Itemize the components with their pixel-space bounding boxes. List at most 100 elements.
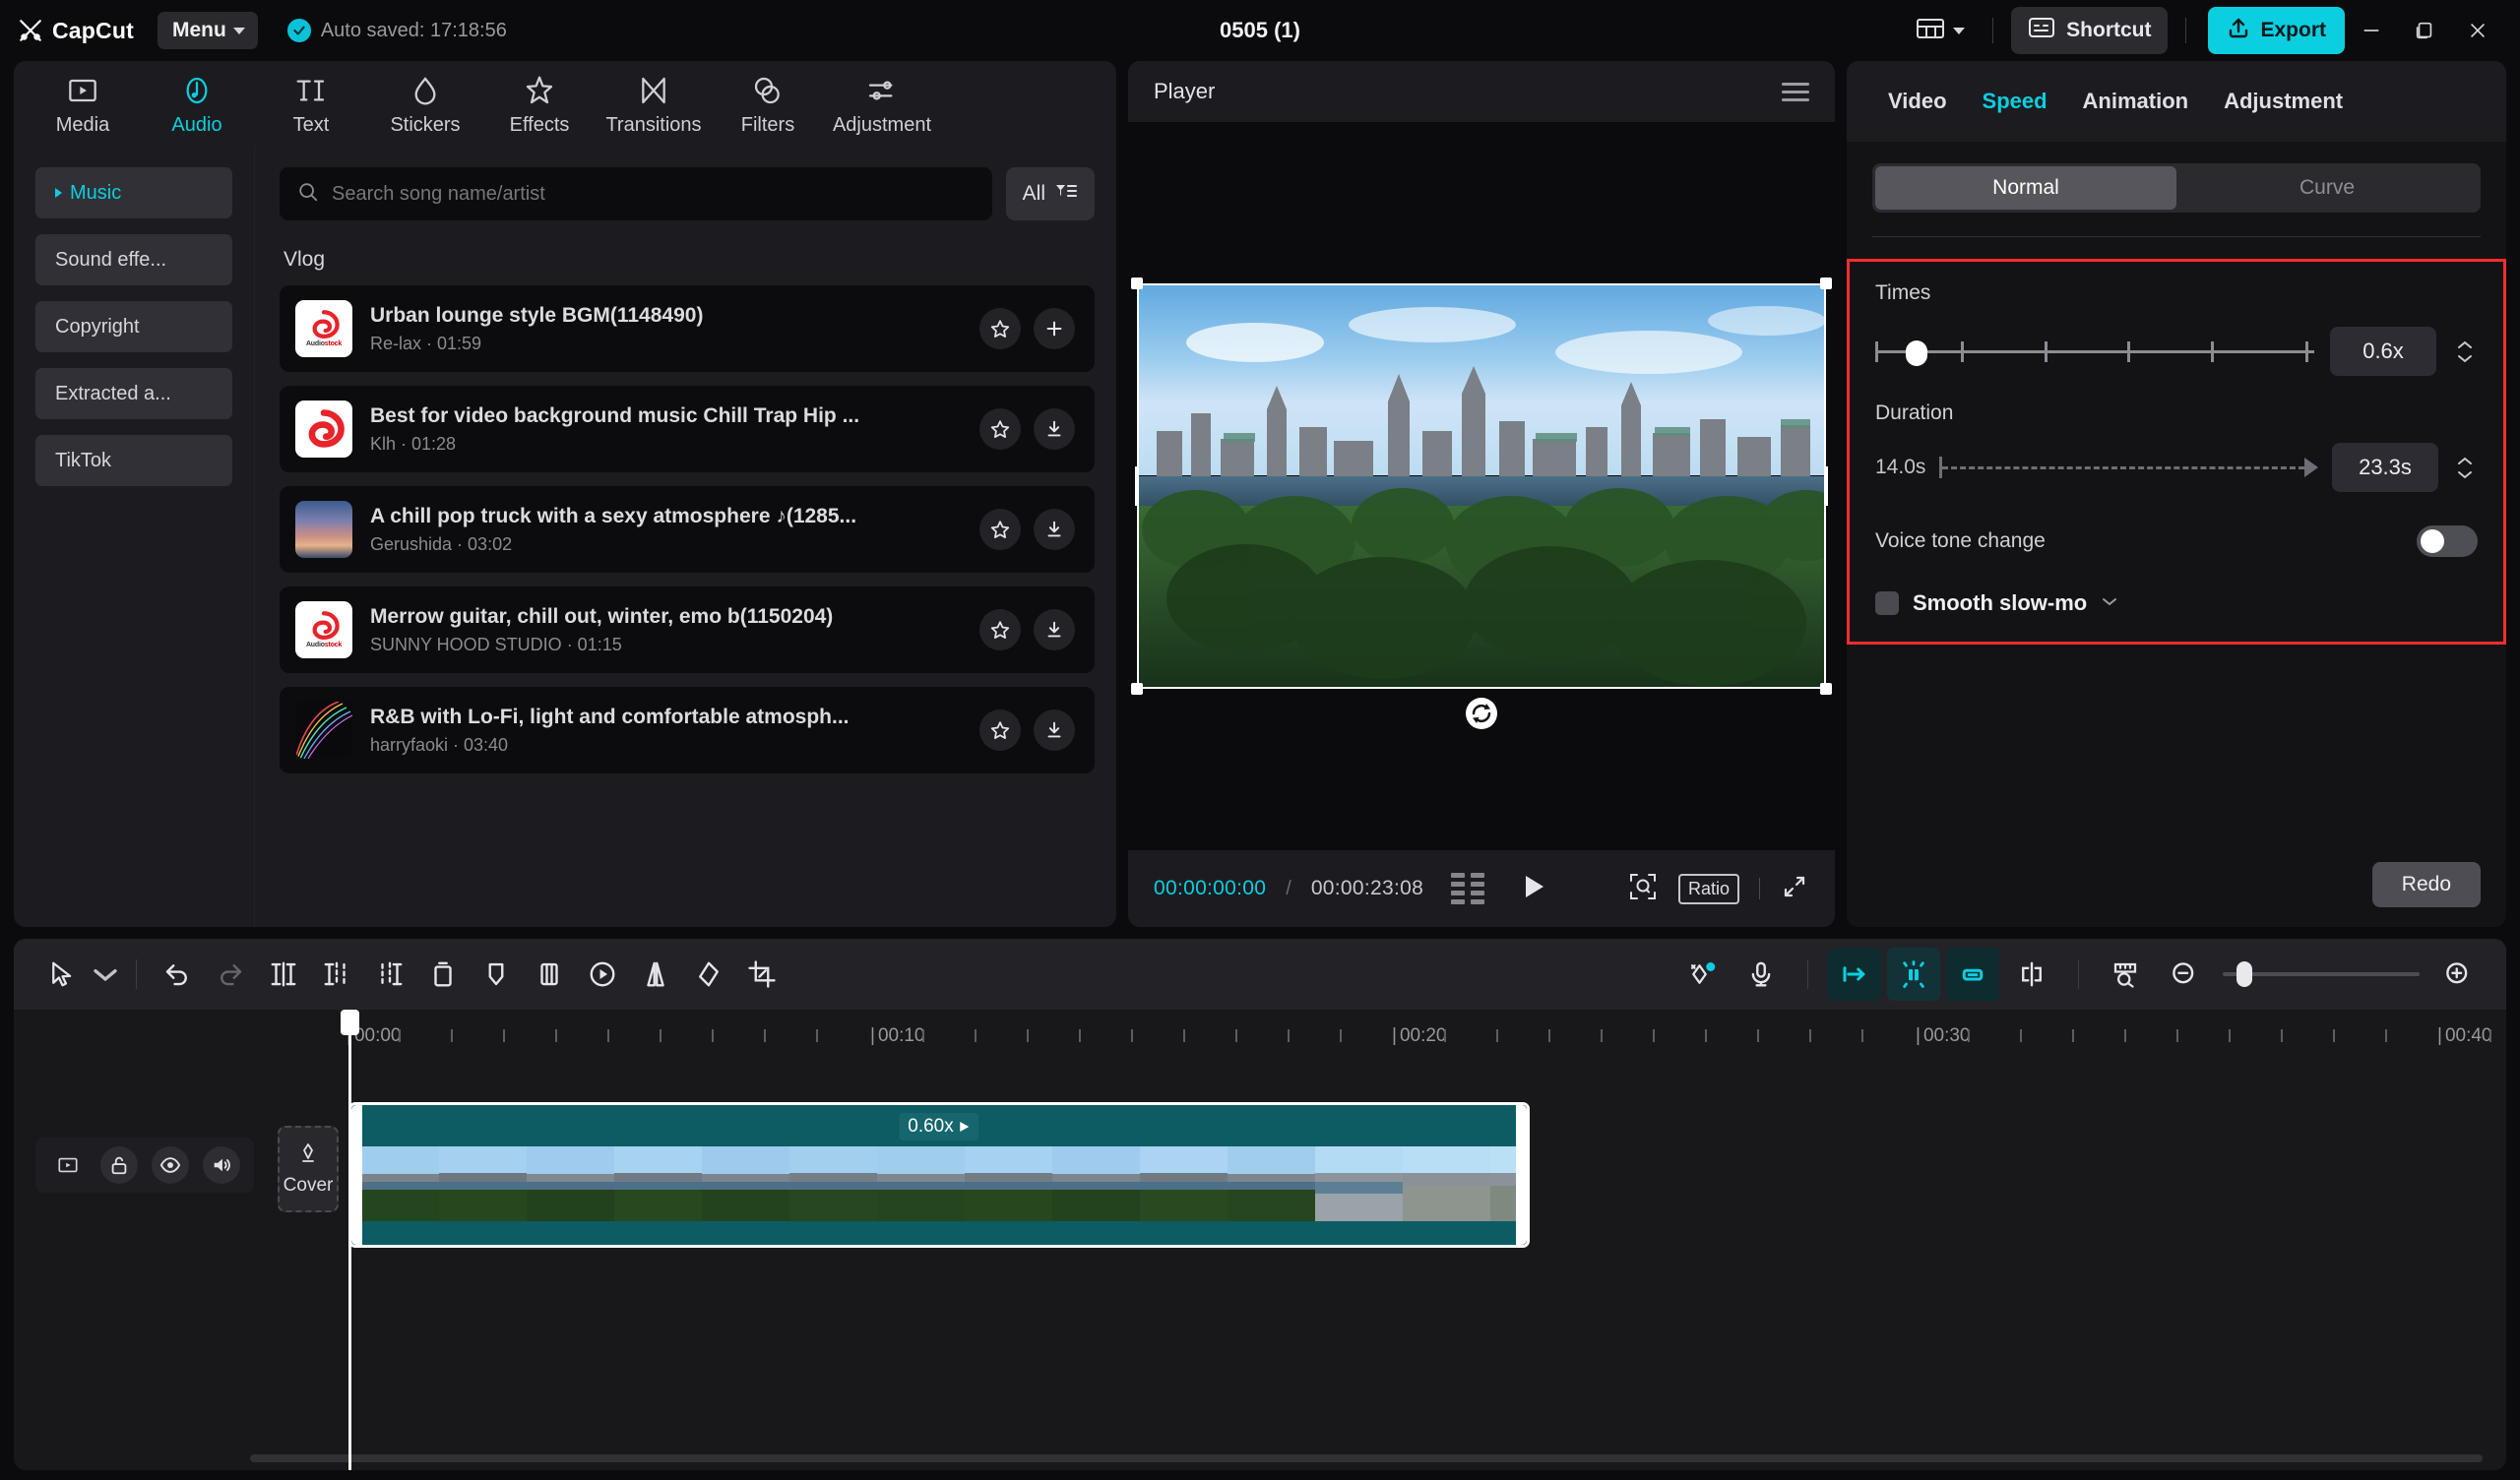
resize-handle[interactable] (1820, 278, 1832, 289)
video-clip[interactable]: 0.60x (348, 1102, 1530, 1248)
resize-edge[interactable] (1135, 466, 1139, 506)
tab-video[interactable]: Video (1870, 89, 1965, 114)
tab-speed[interactable]: Speed (1965, 89, 2065, 114)
timeline-ruler[interactable]: 00:00 00:10 00:20 00:30 00:40 (14, 1010, 2506, 1067)
fullscreen-icon[interactable] (1780, 872, 1809, 906)
category-music[interactable]: Music (35, 167, 232, 218)
zoom-knob[interactable] (2236, 961, 2252, 987)
speed-value-field[interactable]: 0.6x (2330, 327, 2436, 376)
star-icon[interactable] (979, 609, 1021, 650)
list-item[interactable]: Audiostock Urban lounge style BGM(114849… (280, 285, 1095, 372)
download-icon[interactable] (1034, 509, 1075, 550)
eye-icon[interactable] (152, 1146, 189, 1184)
list-item[interactable]: Best for video background music Chill Tr… (280, 386, 1095, 472)
category-copyright[interactable]: Copyright (35, 301, 232, 352)
duration-value-field[interactable]: 23.3s (2332, 443, 2438, 492)
snap-left-icon[interactable] (1828, 948, 1881, 1001)
category-sound-effects[interactable]: Sound effe... (35, 234, 232, 285)
clip-right-handle[interactable] (1516, 1105, 1527, 1245)
tab-media[interactable]: Media (28, 74, 138, 137)
star-icon[interactable] (979, 408, 1021, 450)
ratio-button[interactable]: Ratio (1678, 874, 1739, 904)
speaker-icon[interactable] (203, 1146, 240, 1184)
chevron-down-icon[interactable] (2101, 594, 2118, 612)
speed-mode-normal[interactable]: Normal (1875, 166, 2176, 210)
list-item[interactable]: A chill pop truck with a sexy atmosphere… (280, 486, 1095, 573)
smooth-slow-mo-checkbox[interactable] (1875, 591, 1899, 615)
voice-tone-toggle[interactable] (2417, 525, 2478, 557)
category-extracted-audio[interactable]: Extracted a... (35, 368, 232, 419)
undo-icon[interactable] (151, 948, 204, 1001)
tab-audio[interactable]: Audio (142, 74, 252, 137)
unlock-icon[interactable] (100, 1146, 138, 1184)
microphone-icon[interactable] (1734, 948, 1788, 1001)
search-box[interactable] (280, 167, 992, 220)
play-icon[interactable] (1518, 872, 1547, 906)
category-tiktok[interactable]: TikTok (35, 435, 232, 486)
smooth-slow-mo-row[interactable]: Smooth slow-mo (1875, 590, 2478, 616)
ruler-zoom-icon[interactable] (2099, 948, 2152, 1001)
duration-stepper[interactable] (2452, 456, 2478, 480)
marker-icon[interactable] (470, 948, 523, 1001)
download-icon[interactable] (1034, 709, 1075, 751)
search-input[interactable] (332, 183, 975, 206)
tab-filters[interactable]: Filters (713, 74, 823, 137)
reset-rotate-icon[interactable] (1463, 695, 1500, 732)
timeline-scrollbar[interactable] (250, 1454, 2483, 1462)
hamburger-icon[interactable] (1782, 83, 1809, 101)
list-item[interactable]: R&B with Lo-Fi, light and comfortable at… (280, 687, 1095, 773)
star-icon[interactable] (979, 709, 1021, 751)
split-icon[interactable] (257, 948, 310, 1001)
resize-edge[interactable] (1824, 466, 1828, 506)
mirror-icon[interactable] (629, 948, 682, 1001)
star-icon[interactable] (979, 308, 1021, 349)
trim-right-icon[interactable] (363, 948, 416, 1001)
export-button[interactable]: Export (2208, 7, 2345, 54)
zoom-fit-icon[interactable] (1627, 871, 1659, 907)
tab-adjustment[interactable]: Adjustment (2206, 89, 2361, 114)
video-preview[interactable] (1137, 283, 1826, 689)
tab-stickers[interactable]: Stickers (370, 74, 480, 137)
magnet-snap-icon[interactable] (1887, 948, 1940, 1001)
menu-button[interactable]: Menu (158, 12, 258, 49)
tab-adjustment[interactable]: Adjustment (827, 74, 937, 137)
tab-animation[interactable]: Animation (2065, 89, 2207, 114)
tab-text[interactable]: Text (256, 74, 366, 137)
list-item[interactable]: Audiostock Merrow guitar, chill out, win… (280, 586, 1095, 673)
download-icon[interactable] (1034, 408, 1075, 450)
shortcut-button[interactable]: Shortcut (2011, 7, 2168, 54)
slider-knob[interactable] (1906, 340, 1927, 366)
filter-all-button[interactable]: All (1006, 167, 1095, 220)
snap-right-icon[interactable] (1946, 948, 1999, 1001)
speed-stepper[interactable] (2452, 339, 2478, 364)
rotate-icon[interactable] (682, 948, 735, 1001)
plus-icon[interactable] (1034, 308, 1075, 349)
tab-effects[interactable]: Effects (484, 74, 595, 137)
cover-button[interactable]: Cover (278, 1126, 339, 1212)
speed-mode-curve[interactable]: Curve (2176, 166, 2478, 210)
layout-button[interactable] (1906, 10, 1975, 52)
resize-handle[interactable] (1131, 683, 1143, 695)
tool-dropdown-chevron-icon[interactable] (89, 948, 122, 1001)
timeline-zoom-slider[interactable] (2223, 962, 2420, 986)
star-icon[interactable] (979, 509, 1021, 550)
trim-left-icon[interactable] (310, 948, 363, 1001)
keyframe-icon[interactable] (1675, 948, 1729, 1001)
clip-left-handle[interactable] (351, 1105, 362, 1245)
crop-icon[interactable] (735, 948, 788, 1001)
resize-handle[interactable] (1131, 278, 1143, 289)
zoom-in-icon[interactable] (2431, 948, 2485, 1001)
resize-handle[interactable] (1820, 683, 1832, 695)
zoom-out-icon[interactable] (2158, 948, 2211, 1001)
speed-slider[interactable] (1875, 336, 2314, 367)
close-button[interactable] (2451, 9, 2504, 52)
playhead[interactable] (348, 1010, 351, 1470)
delete-icon[interactable] (416, 948, 470, 1001)
playhead-handle[interactable] (341, 1010, 359, 1035)
redo-button[interactable]: Redo (2372, 862, 2481, 907)
frame-grid-icon[interactable] (1451, 873, 1484, 904)
select-arrow-icon[interactable] (35, 948, 89, 1001)
maximize-button[interactable] (2398, 9, 2451, 52)
download-icon[interactable] (1034, 609, 1075, 650)
minimize-button[interactable] (2345, 9, 2398, 52)
